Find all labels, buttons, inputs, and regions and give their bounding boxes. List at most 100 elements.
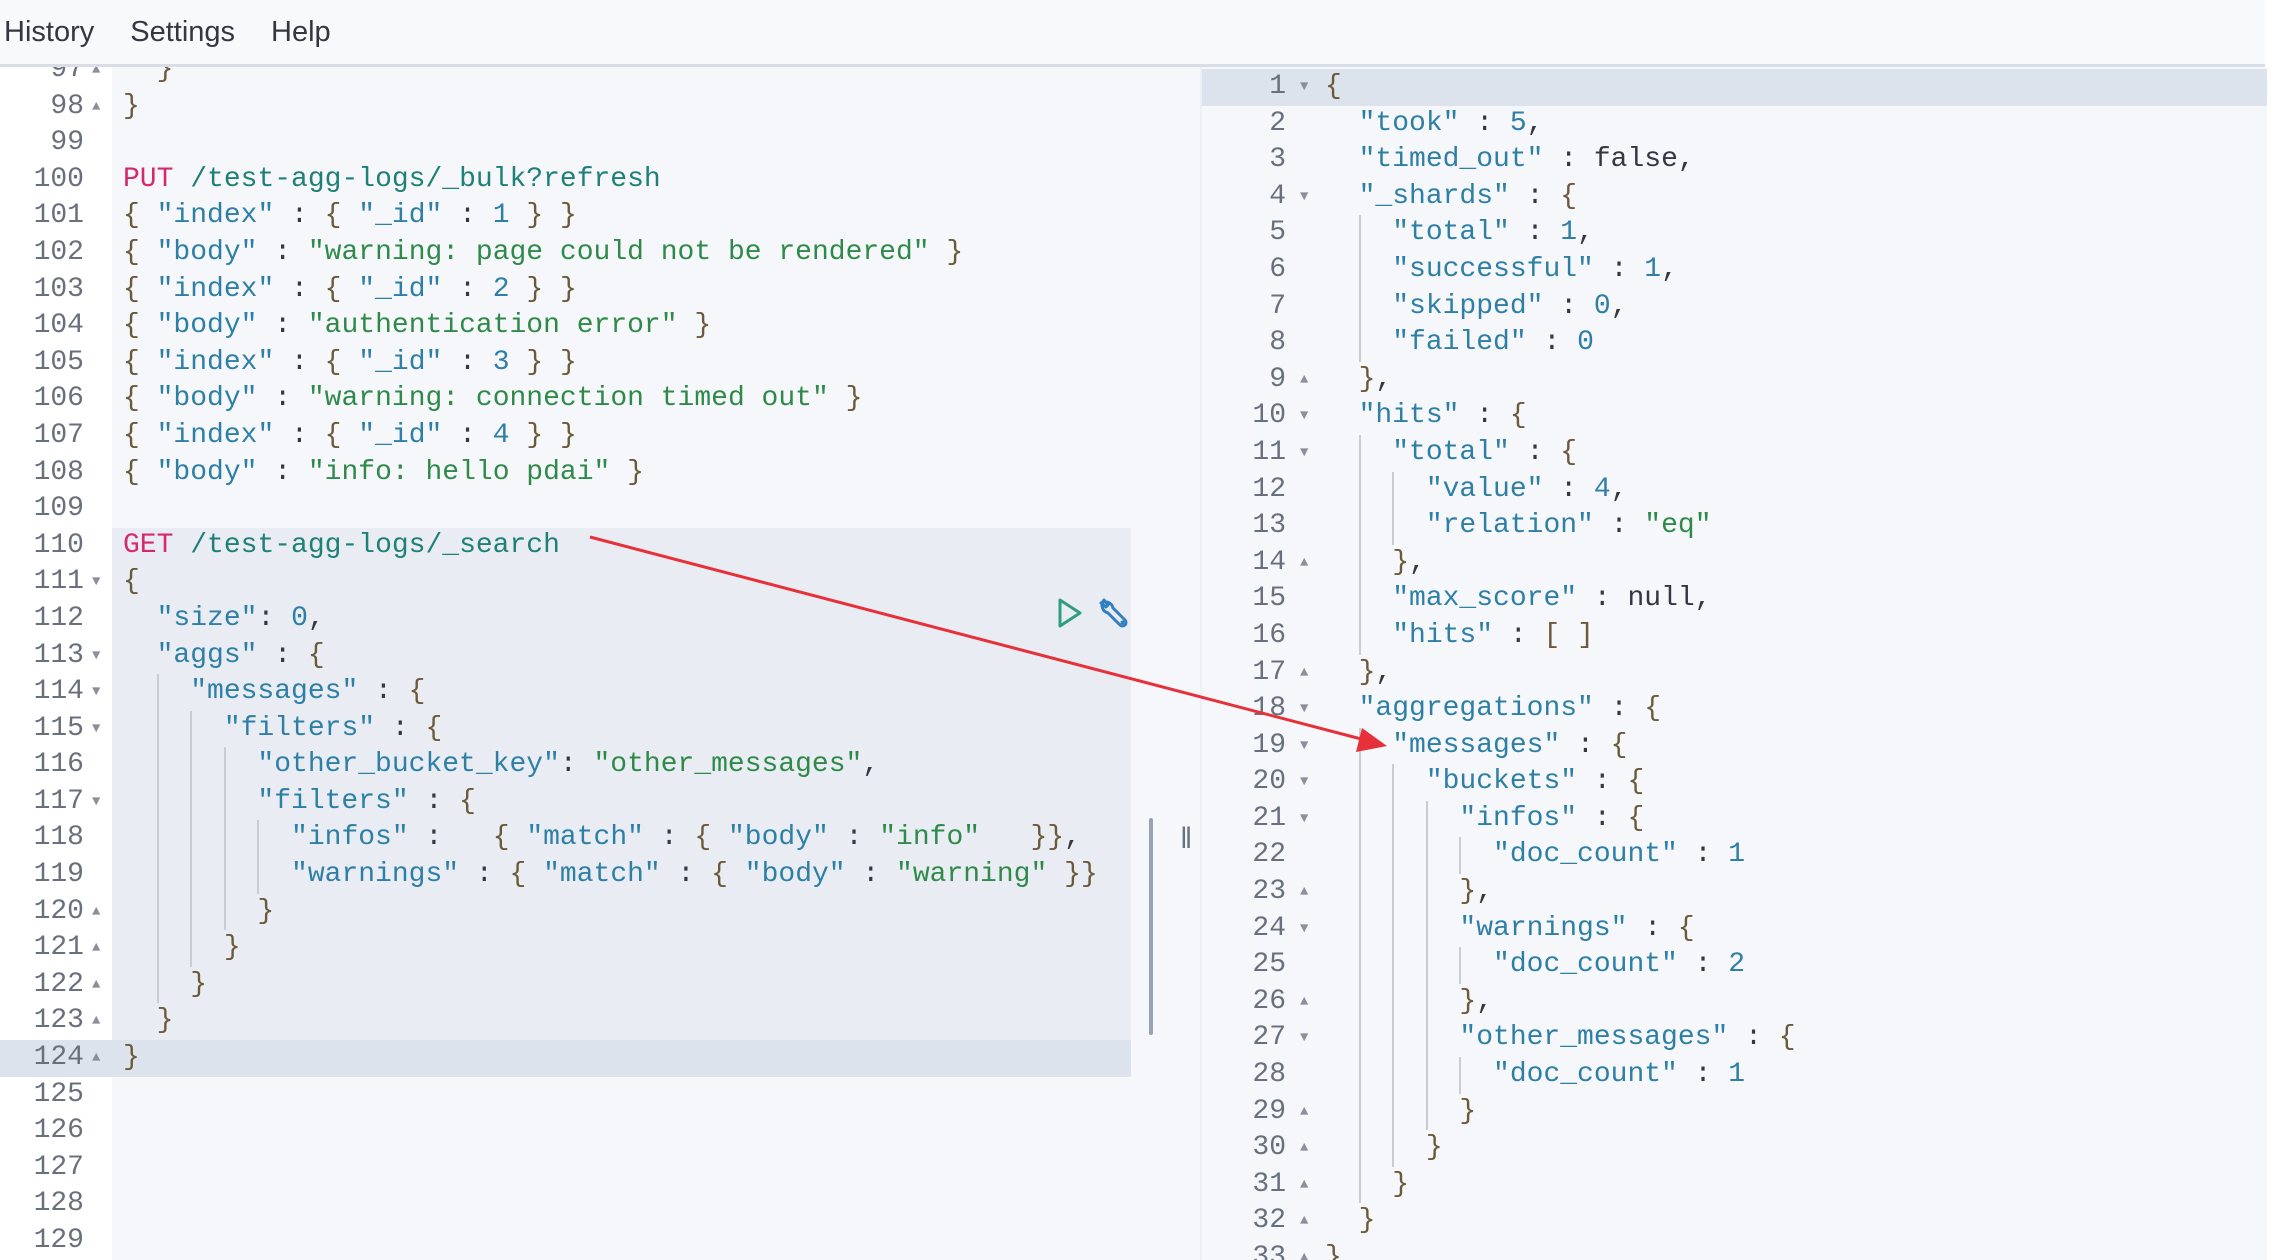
json-string: "other_messages" (593, 749, 863, 781)
line-number: 115 (33, 712, 84, 744)
punctuation: : (1577, 583, 1611, 615)
response-line: 12 "value" : 4, (1202, 471, 2267, 509)
fold-expand-icon[interactable]: ▲ (1300, 655, 1308, 692)
bracket: { (509, 859, 527, 891)
fold-collapse-icon[interactable]: ▼ (1300, 398, 1308, 435)
fold-collapse-icon[interactable]: ▼ (1300, 179, 1308, 216)
fold-collapse-icon[interactable]: ▼ (1300, 1020, 1308, 1057)
response-line: 31 ▲ } (1202, 1166, 2267, 1204)
json-number: 2 (1728, 949, 1746, 981)
fold-expand-icon[interactable]: ▲ (92, 89, 100, 126)
fold-collapse-icon[interactable]: ▼ (1300, 435, 1308, 472)
line-number: 33 (1252, 1242, 1286, 1260)
request-line: 123 ▲ } (0, 1003, 1200, 1040)
json-key: "index" (156, 273, 275, 305)
json-key: "messages" (190, 676, 359, 708)
fold-expand-icon[interactable]: ▲ (92, 1040, 100, 1077)
json-key: "timed_out" (1358, 144, 1544, 176)
line-number: 119 (33, 859, 84, 891)
fold-expand-icon[interactable]: ▲ (1300, 1167, 1308, 1204)
fold-collapse-icon[interactable]: ▼ (1300, 911, 1308, 948)
punctuation: : (274, 419, 308, 451)
json-number: 5 (1509, 107, 1527, 139)
http-method: GET (123, 529, 174, 561)
punctuation: , (1577, 217, 1594, 249)
code-text: PUT /test-agg-logs/_bulk?refresh (123, 162, 661, 199)
punctuation (442, 822, 492, 853)
punctuation (341, 420, 358, 451)
punctuation (1325, 1059, 1493, 1090)
punctuation (1325, 217, 1392, 248)
fold-collapse-icon[interactable]: ▼ (92, 711, 100, 748)
line-number: 23 (1252, 876, 1286, 908)
fold-expand-icon[interactable]: ▲ (92, 1003, 100, 1040)
fold-expand-icon[interactable]: ▲ (1300, 1240, 1308, 1260)
punctuation (1325, 547, 1392, 578)
code-text: "aggregations" : { (1325, 691, 1661, 728)
fold-collapse-icon[interactable]: ▼ (1300, 801, 1308, 838)
editor-scrollbar[interactable] (1149, 818, 1153, 1035)
fold-expand-icon[interactable]: ▲ (1300, 1203, 1308, 1240)
fold-expand-icon[interactable]: ▲ (92, 67, 100, 89)
wrench-icon[interactable] (1096, 595, 1132, 636)
fold-collapse-icon[interactable]: ▼ (1300, 728, 1308, 765)
json-string: "info" (879, 822, 981, 854)
punctuation (1711, 839, 1728, 870)
fold-collapse-icon[interactable]: ▼ (92, 638, 100, 675)
code-text: "messages" : { (123, 674, 425, 711)
punctuation (1493, 108, 1510, 139)
line-number: 104 (33, 310, 84, 342)
line-number: 10 (1252, 400, 1286, 432)
fold-collapse-icon[interactable]: ▼ (92, 784, 100, 821)
bracket: } (123, 90, 140, 122)
request-editor[interactable]: 97 ▲ } 98 ▲} 99 100 PUT /test-agg-logs/_bulk?r… (0, 67, 1200, 1260)
bracket: } (156, 1005, 174, 1037)
fold-expand-icon[interactable]: ▲ (1300, 984, 1308, 1021)
punctuation (1325, 693, 1359, 724)
play-icon[interactable] (1056, 597, 1084, 634)
punctuation: : (1543, 290, 1578, 322)
menu-settings[interactable]: Settings (130, 16, 235, 49)
code-text: "doc_count" : 1 (1325, 1057, 1745, 1094)
punctuation: : (845, 859, 880, 891)
fold-expand-icon[interactable]: ▲ (92, 894, 100, 931)
line-number: 26 (1252, 985, 1286, 1017)
fold-expand-icon[interactable]: ▲ (1300, 362, 1308, 399)
json-number: 0 (1593, 290, 1611, 322)
fold-expand-icon[interactable]: ▲ (92, 930, 100, 967)
panel-resize-handle[interactable]: ‖ (1180, 822, 1192, 856)
code-text: GET /test-agg-logs/_search (123, 528, 560, 565)
bracket: } (559, 273, 577, 305)
punctuation (829, 383, 846, 414)
request-line: 121 ▲ } (0, 930, 1200, 967)
line-number: 1 (1269, 71, 1286, 102)
menu-history[interactable]: History (4, 16, 94, 49)
fold-collapse-icon[interactable]: ▼ (1300, 691, 1308, 728)
bracket: } (1064, 859, 1081, 891)
fold-expand-icon[interactable]: ▲ (1300, 874, 1308, 911)
fold-expand-icon[interactable]: ▲ (1300, 1094, 1308, 1131)
bracket: { (123, 200, 140, 232)
fold-collapse-icon[interactable]: ▼ (1300, 764, 1308, 801)
punctuation: , (1476, 876, 1494, 908)
fold-collapse-icon[interactable]: ▼ (92, 564, 100, 601)
menu-help[interactable]: Help (271, 16, 331, 49)
fold-expand-icon[interactable]: ▲ (92, 967, 100, 1004)
fold-collapse-icon[interactable]: ▼ (92, 674, 100, 711)
response-viewer[interactable]: 1 ▼{2 "took" : 5, 3 "timed_out" : false, 4 ▼… (1200, 67, 2267, 1260)
bracket: } (1425, 1132, 1443, 1164)
punctuation: : (643, 822, 678, 854)
code-text: } (123, 67, 174, 89)
punctuation: : (375, 712, 409, 744)
punctuation: : (1593, 693, 1628, 725)
code-text: }, (1325, 655, 1393, 692)
json-key: "hits" (1358, 400, 1460, 432)
punctuation (274, 603, 291, 634)
fold-collapse-icon[interactable]: ▼ (1300, 69, 1308, 106)
code-text: "doc_count" : 1 (1325, 837, 1745, 874)
fold-expand-icon[interactable]: ▲ (1300, 1130, 1308, 1167)
fold-expand-icon[interactable]: ▲ (1300, 545, 1308, 582)
request-code-lines[interactable]: 97 ▲ } 98 ▲} 99 100 PUT /test-agg-logs/_bulk?r… (0, 67, 1200, 1260)
punctuation: : (1509, 217, 1544, 249)
response-line: 30 ▲ } (1202, 1130, 2267, 1167)
